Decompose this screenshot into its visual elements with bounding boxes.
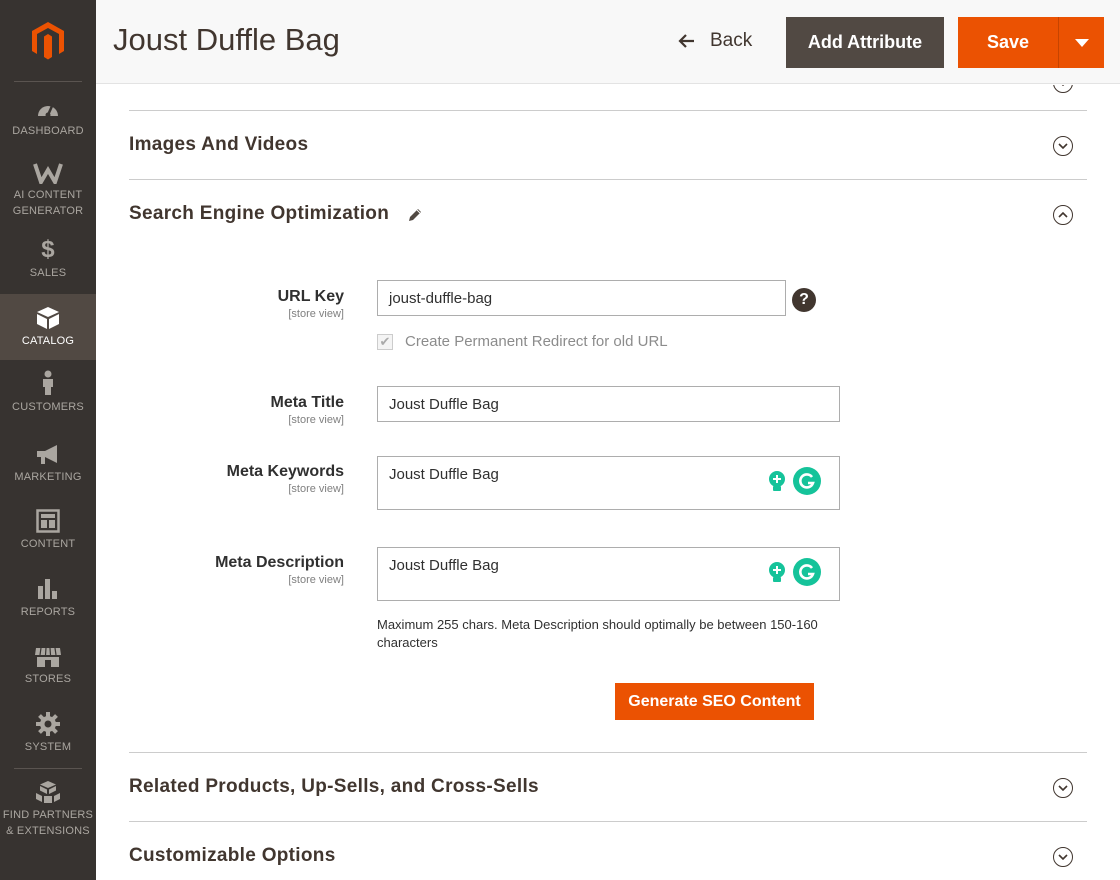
generate-seo-content-button[interactable]: Generate SEO Content [615, 683, 814, 720]
store-view-scope: [store view] [288, 414, 344, 426]
person-icon [43, 370, 53, 395]
sidebar-item-label: SYSTEM [24, 741, 72, 753]
meta-description-label: Meta Description [store view] [196, 554, 344, 586]
lightbulb-assist-icon[interactable] [764, 468, 790, 494]
sidebar-item-content[interactable]: CONTENT [0, 509, 96, 557]
dashboard-icon [38, 105, 58, 118]
meta-title-input[interactable]: Joust Duffle Bag [377, 386, 840, 422]
page-title: Joust Duffle Bag [113, 22, 340, 57]
sidebar-item-label: REPORTS [20, 606, 76, 618]
url-key-label-text: URL Key [277, 288, 344, 305]
sidebar-item-label: CUSTOMERS [12, 401, 84, 413]
box-icon [37, 306, 59, 329]
caret-down-icon [1074, 38, 1089, 47]
related-products-expand-icon[interactable] [1053, 778, 1073, 798]
storefront-icon [35, 647, 61, 667]
section-divider [129, 179, 1087, 180]
save-dropdown-toggle[interactable] [1059, 17, 1104, 68]
sidebar-item-sales[interactable]: $ SALES [0, 238, 96, 286]
meta-description-note: Maximum 255 chars. Meta Description shou… [377, 617, 818, 650]
sidebar-item-label: STORES [24, 673, 72, 685]
section-related-products-title[interactable]: Related Products, Up-Sells, and Cross-Se… [129, 776, 539, 798]
sidebar-item-label-line2: & EXTENSIONS [6, 825, 90, 837]
meta-keywords-label: Meta Keywords [store view] [196, 463, 344, 495]
layout-icon [36, 509, 60, 533]
grammarly-icon[interactable] [793, 558, 821, 586]
writing-assist-icons [764, 558, 821, 586]
add-attribute-button[interactable]: Add Attribute [786, 17, 944, 68]
product-edit-content: Images And Videos Search Engine Optimiza… [96, 85, 1120, 880]
magento-logo-icon [32, 21, 64, 59]
sidebar-item-find-partners[interactable]: FIND PARTNERS & EXTENSIONS [0, 780, 96, 844]
url-key-input[interactable]: joust-duffle-bag [377, 280, 786, 316]
sidebar-item-label: DASHBOARD [12, 125, 84, 137]
back-button-label: Back [710, 30, 753, 51]
sidebar-item-label: CONTENT [20, 538, 76, 550]
sidebar-item-reports[interactable]: REPORTS [0, 577, 96, 625]
writing-assist-icons [764, 467, 821, 495]
back-button[interactable]: Back [678, 26, 752, 56]
store-view-scope: [store view] [288, 574, 344, 586]
grammarly-icon[interactable] [793, 467, 821, 495]
sidebar-item-customers[interactable]: CUSTOMERS [0, 370, 96, 418]
section-seo-title[interactable]: Search Engine Optimization [129, 203, 389, 225]
arrow-left-icon [678, 34, 694, 48]
gear-icon [36, 712, 60, 736]
sidebar-item-marketing[interactable]: MARKETING [0, 444, 96, 492]
sidebar-item-label-line1: FIND PARTNERS [2, 809, 94, 821]
sidebar-item-label-line1: AI CONTENT [13, 189, 83, 201]
pencil-edit-icon[interactable] [407, 207, 423, 223]
images-videos-expand-icon[interactable] [1053, 136, 1073, 156]
meta-title-label-text: Meta Title [270, 394, 345, 411]
redirect-checkbox-row[interactable]: ✔ Create Permanent Redirect for old URL [377, 333, 668, 350]
meta-title-label: Meta Title [store view] [196, 394, 345, 426]
collapsed-section-chevron-icon[interactable] [1053, 85, 1073, 93]
section-divider [129, 821, 1087, 822]
save-button[interactable]: Save [958, 17, 1059, 68]
sidebar-item-stores[interactable]: STORES [0, 646, 96, 694]
sidebar-item-ai-content-generator[interactable]: AI CONTENT GENERATOR [0, 162, 96, 226]
admin-sidebar: DASHBOARD AI CONTENT GENERATOR $ SALES C… [0, 0, 96, 880]
lightbulb-assist-icon[interactable] [764, 559, 790, 585]
redirect-checkbox-label: Create Permanent Redirect for old URL [405, 333, 668, 350]
customizable-options-expand-icon[interactable] [1053, 847, 1073, 867]
sidebar-item-label: CATALOG [21, 334, 75, 347]
section-images-videos-title[interactable]: Images And Videos [129, 134, 308, 156]
store-view-scope: [store view] [288, 308, 344, 320]
meta-keywords-label-text: Meta Keywords [226, 463, 344, 480]
section-divider [129, 110, 1087, 111]
redirect-checkbox[interactable]: ✔ [377, 333, 393, 350]
url-key-label: URL Key [store view] [196, 288, 344, 320]
dollar-icon: $ [41, 236, 55, 263]
sidebar-divider [14, 768, 82, 769]
megaphone-icon [37, 445, 57, 464]
sidebar-item-catalog[interactable]: CATALOG [0, 294, 96, 360]
store-view-scope: [store view] [288, 483, 344, 495]
help-question-icon[interactable]: ? [792, 288, 816, 312]
sidebar-item-dashboard[interactable]: DASHBOARD [0, 98, 96, 146]
sidebar-item-system[interactable]: SYSTEM [0, 712, 96, 760]
sidebar-item-label: MARKETING [14, 471, 82, 483]
sidebar-item-label: SALES [29, 267, 67, 279]
sidebar-item-label-line2: GENERATOR [12, 205, 84, 217]
magento-logo[interactable] [14, 0, 82, 82]
meta-description-label-text: Meta Description [215, 554, 344, 571]
seo-collapse-icon[interactable] [1053, 205, 1073, 225]
page-header: Joust Duffle Bag Back Add Attribute Save [96, 0, 1120, 84]
section-divider [129, 752, 1087, 753]
bar-chart-icon [38, 579, 57, 599]
ai-content-generator-icon [33, 163, 63, 184]
section-customizable-options-title[interactable]: Customizable Options [129, 845, 336, 867]
cubes-icon [36, 781, 60, 803]
